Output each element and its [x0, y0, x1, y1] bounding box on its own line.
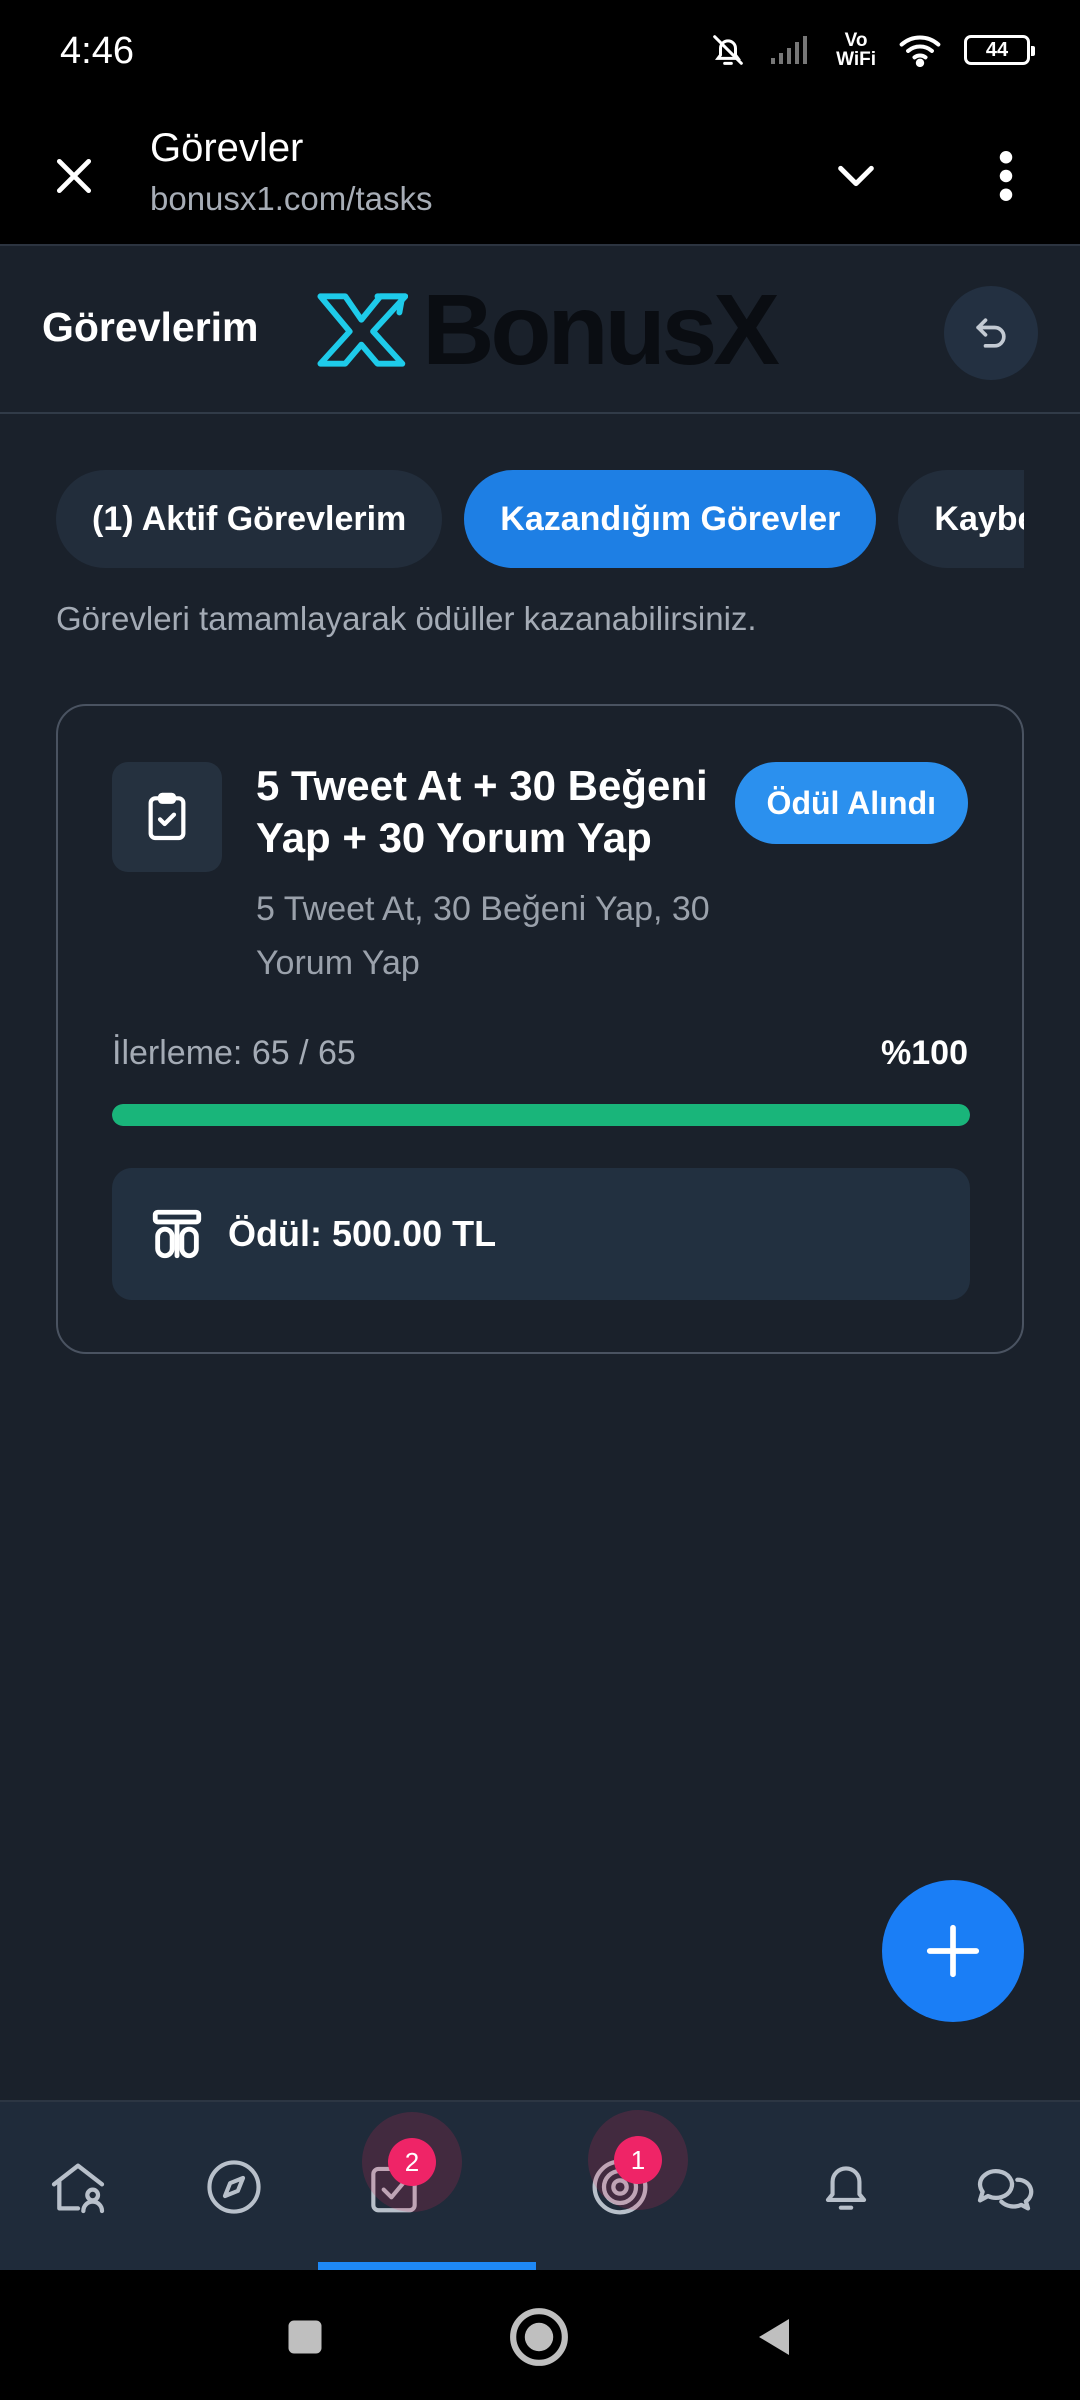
battery-icon: 44 — [964, 35, 1035, 65]
recents-button[interactable] — [270, 2302, 340, 2372]
task-card[interactable]: 5 Tweet At + 30 Beğeni Yap + 30 Yorum Ya… — [56, 704, 1024, 1354]
brand-logo: BonusX — [316, 274, 780, 386]
tab-won-tasks[interactable]: Kazandığım Görevler — [464, 470, 877, 568]
vowifi-line1: Vo — [844, 30, 868, 51]
close-icon — [56, 158, 92, 194]
home-icon — [51, 2163, 105, 2214]
bell-muted-icon — [708, 30, 748, 70]
tab-active-tasks[interactable]: (1) Aktif Görevlerim — [56, 470, 443, 568]
gift-icon — [152, 1209, 202, 1259]
task-description: 5 Tweet At, 30 Beğeni Yap, 30 Yorum Yap — [256, 890, 710, 982]
progress-label: İlerleme: 65 / 65 — [112, 1034, 356, 1072]
clipboard-check-icon — [148, 792, 186, 841]
square-icon — [288, 2320, 322, 2354]
progress-percent: %100 — [881, 1034, 968, 1072]
task-icon-box — [112, 762, 222, 872]
page-subtitle: Görevleri tamamlayarak ödüller kazanabil… — [56, 600, 757, 637]
target-badge: 1 — [614, 2136, 662, 2184]
back-nav-button[interactable] — [740, 2302, 810, 2372]
browser-bar: Görevler bonusx1.com/tasks — [0, 110, 1080, 246]
status-badge: Ödül Alındı — [734, 762, 968, 844]
nav-home[interactable] — [38, 2102, 118, 2272]
nav-notifications[interactable] — [806, 2102, 886, 2272]
chat-icon — [977, 2169, 1034, 2211]
undo-icon — [976, 318, 1006, 348]
tasks-badge: 2 — [388, 2138, 436, 2186]
wifi-icon — [898, 33, 942, 67]
status-icons: Vo WiFi 44 — [708, 30, 1035, 70]
status-bar: 4:46 Vo WiFi 44 — [0, 0, 1080, 110]
battery-level: 44 — [985, 38, 1009, 61]
chevron-down-icon — [838, 165, 874, 187]
home-button[interactable] — [504, 2302, 574, 2372]
browser-url[interactable]: bonusx1.com/tasks — [150, 180, 432, 218]
add-button[interactable] — [882, 1880, 1024, 2022]
logo-text: BonusX — [422, 274, 780, 386]
browser-title: Görevler — [150, 126, 304, 170]
system-nav-bar — [0, 2270, 1080, 2400]
tab-lost-tasks[interactable]: Kaybet — [898, 470, 1024, 568]
app-header: Görevlerim BonusX — [0, 246, 1080, 414]
triangle-back-icon — [759, 2319, 789, 2355]
nav-tasks[interactable]: 2 — [354, 2102, 462, 2272]
nav-messages[interactable] — [964, 2102, 1044, 2272]
vowifi-line2: WiFi — [836, 49, 876, 70]
progress-bar — [112, 1104, 970, 1126]
bottom-nav: 2 1 — [0, 2100, 1080, 2270]
more-options-button[interactable] — [976, 146, 1036, 206]
reward-amount: Ödül: 500.00 TL — [228, 1213, 497, 1254]
active-tab-indicator — [318, 2262, 536, 2270]
reward-box: Ödül: 500.00 TL — [112, 1168, 970, 1300]
circle-home-icon — [510, 2308, 568, 2366]
progress-bar-fill — [112, 1104, 970, 1126]
signal-icon — [770, 34, 814, 66]
more-vertical-icon — [999, 151, 1013, 201]
task-tabs: (1) Aktif Görevlerim Kazandığım Görevler K… — [56, 470, 1024, 568]
plus-icon — [926, 1924, 980, 1978]
back-button[interactable] — [944, 286, 1038, 380]
logo-x-icon — [317, 293, 409, 367]
status-time: 4:46 — [60, 30, 134, 72]
vowifi-label: Vo WiFi — [836, 31, 876, 69]
task-title: 5 Tweet At + 30 Beğeni Yap + 30 Yorum Ya… — [256, 762, 708, 861]
page-title: Görevlerim — [42, 304, 259, 350]
close-button[interactable] — [44, 146, 104, 206]
expand-button[interactable] — [826, 146, 886, 206]
bell-icon — [825, 2166, 867, 2210]
nav-explore[interactable] — [194, 2102, 274, 2272]
compass-icon — [207, 2160, 261, 2214]
nav-target[interactable]: 1 — [580, 2102, 688, 2272]
